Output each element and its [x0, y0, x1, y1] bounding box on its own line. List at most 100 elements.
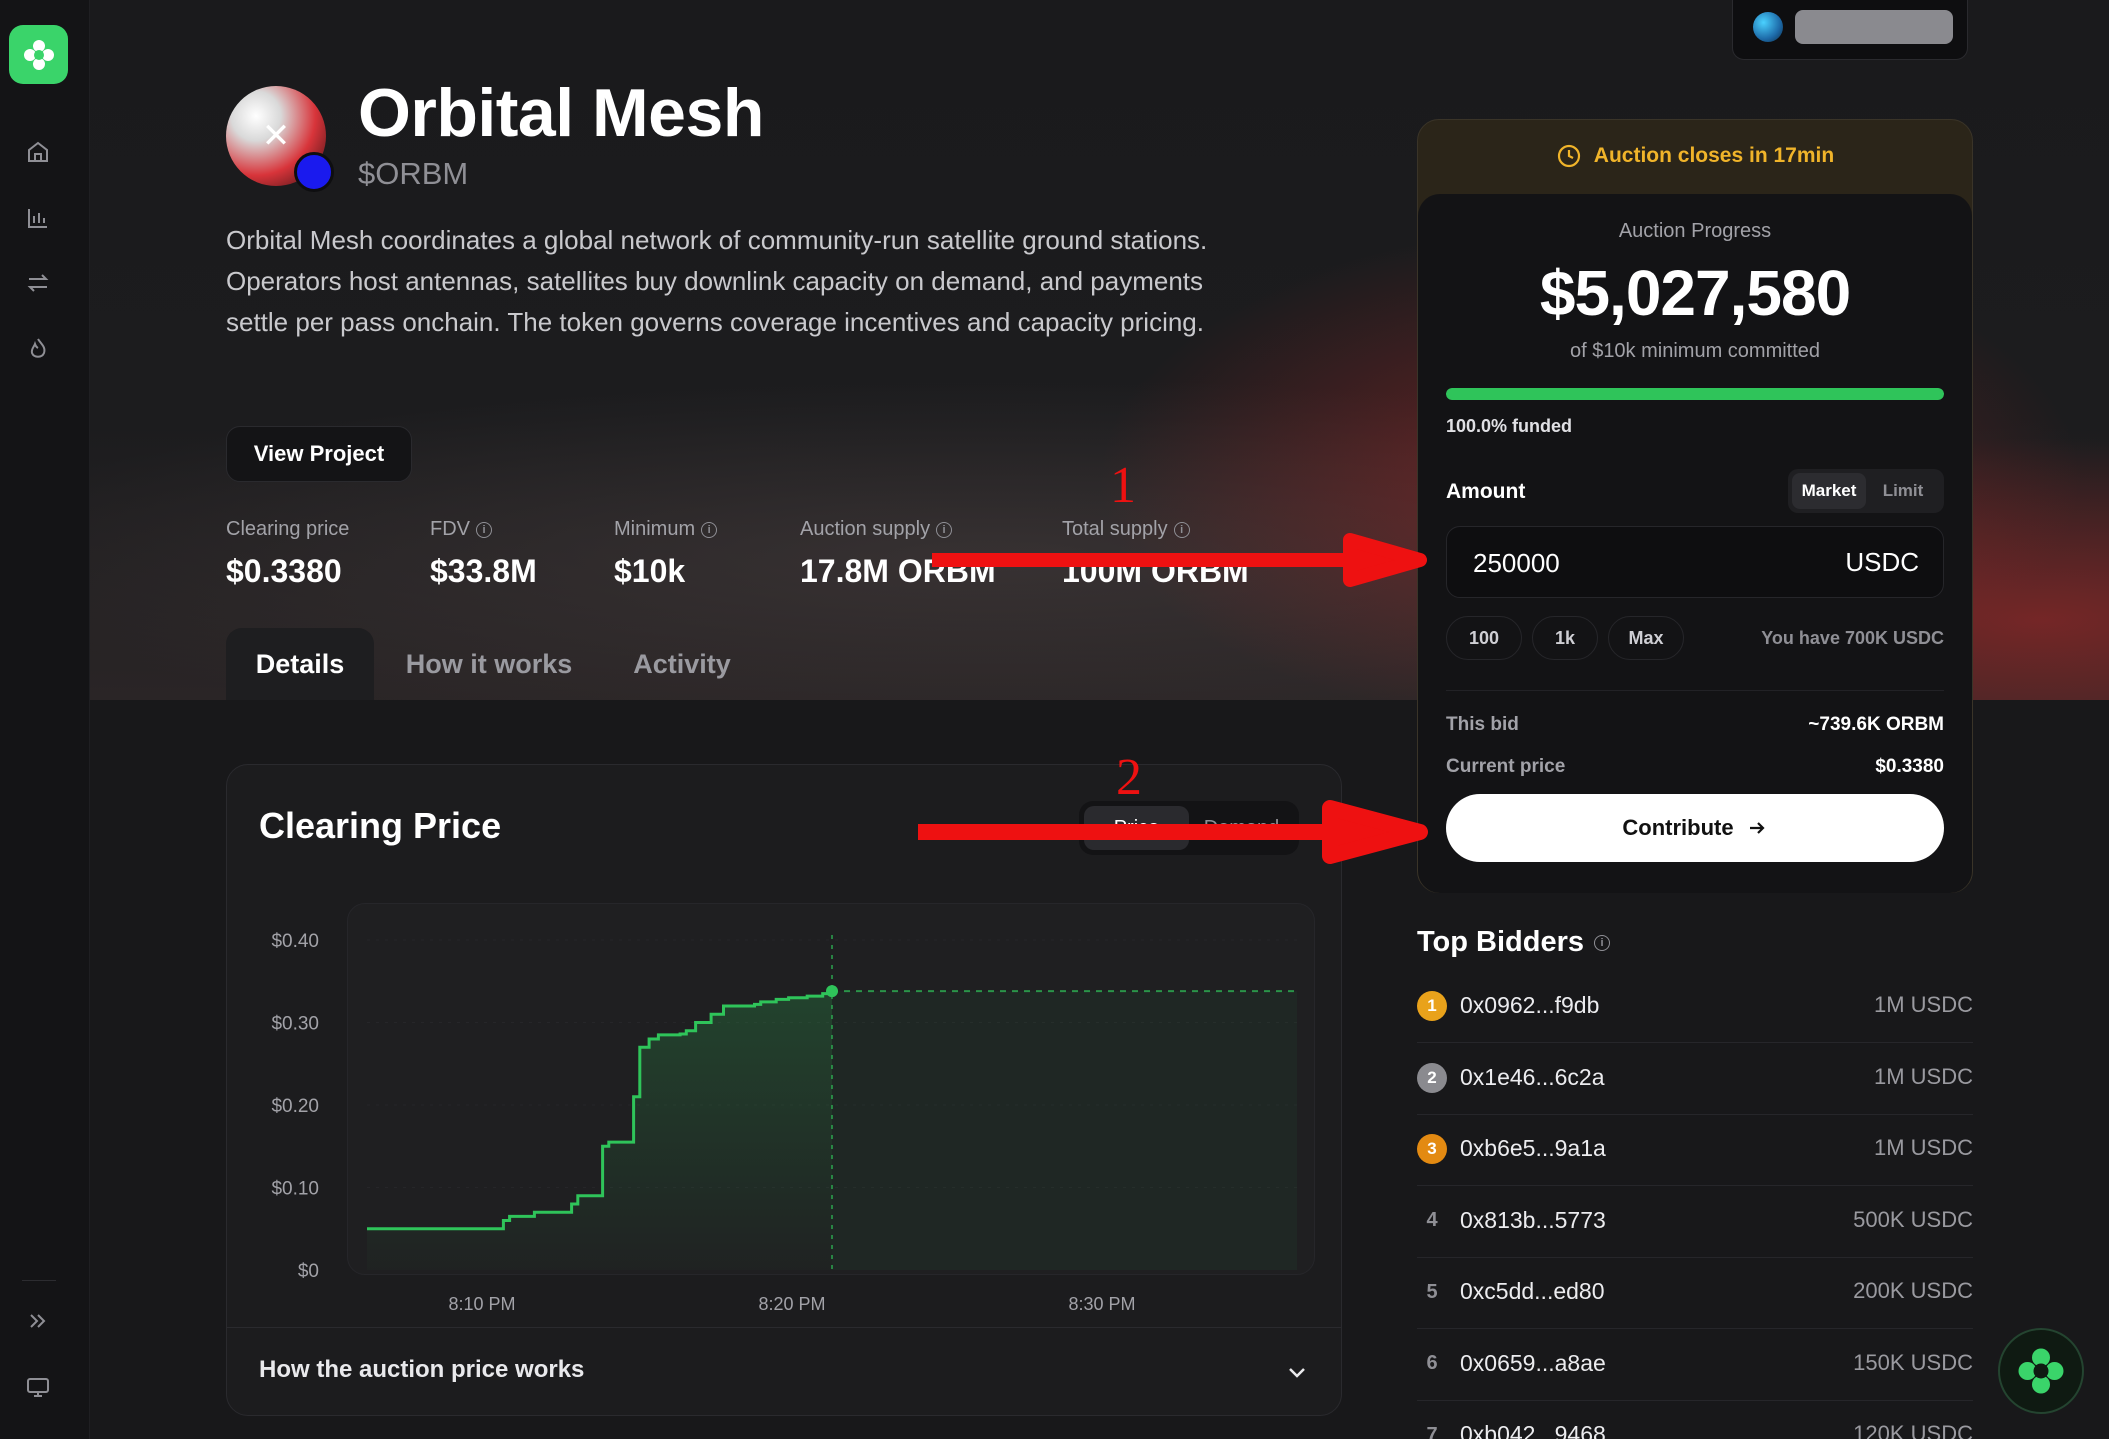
quick-amount-100[interactable]: 100: [1446, 616, 1522, 660]
flame-icon[interactable]: [22, 333, 54, 365]
y-tick-label: $0.30: [271, 1014, 319, 1035]
stat-fdv: FDV i $33.8M: [430, 518, 537, 590]
stat-label: Clearing price: [226, 518, 350, 540]
stat-label: Minimum: [614, 518, 696, 540]
bidder-row[interactable]: 3 0xb6e5...9a1a 1M USDC: [1417, 1115, 1973, 1186]
divider: [1446, 690, 1944, 691]
accordion-label: How the auction price works: [259, 1356, 585, 1383]
y-tick-label: $0.10: [271, 1179, 319, 1200]
monitor-icon[interactable]: [22, 1371, 54, 1403]
contribute-button[interactable]: Contribute: [1446, 794, 1944, 862]
current-price-row: Current price $0.3380: [1446, 756, 1944, 778]
bidder-row[interactable]: 1 0x0962...f9db 1M USDC: [1417, 972, 1973, 1043]
bidder-row[interactable]: 5 0xc5dd...ed80 200K USDC: [1417, 1258, 1973, 1329]
info-icon[interactable]: i: [1173, 521, 1190, 538]
funding-progress-bar: [1446, 388, 1944, 400]
info-icon[interactable]: i: [936, 521, 953, 538]
auction-close-banner: Auction closes in 17min: [1418, 120, 1972, 192]
annotation-marker-1: 1: [1110, 457, 1136, 514]
bidder-rank-badge: 4: [1426, 1209, 1438, 1231]
tab-details[interactable]: Details: [226, 628, 374, 700]
amount-field[interactable]: USDC: [1446, 526, 1944, 598]
x-tick-label: 8:30 PM: [1068, 1294, 1135, 1314]
account-button[interactable]: [1732, 0, 1968, 60]
bidder-address: 0x813b...5773: [1460, 1206, 1606, 1233]
tab-how-it-works[interactable]: How it works: [404, 628, 574, 700]
y-tick-label: $0.40: [271, 931, 319, 952]
info-icon[interactable]: i: [701, 521, 718, 538]
stat-total-supply: Total supply i 100M ORBM: [1062, 518, 1249, 590]
auction-price-accordion[interactable]: How the auction price works: [227, 1327, 1341, 1415]
order-type-market[interactable]: Market: [1792, 473, 1866, 509]
stat-minimum: Minimum i $10k: [614, 518, 718, 590]
bidder-amount: 200K USDC: [1853, 1278, 1973, 1303]
y-tick-label: $0.20: [271, 1096, 319, 1117]
this-bid-label: This bid: [1446, 714, 1519, 735]
order-type-limit[interactable]: Limit: [1866, 473, 1940, 509]
app-logo[interactable]: [9, 25, 68, 84]
clearing-price-card: Clearing Price Price Demand $0.40 $0.30 $0…: [226, 764, 1342, 1416]
top-bidders-label: Top Bidders: [1417, 926, 1585, 958]
bidder-address: 0x1e46...6c2a: [1460, 1063, 1605, 1090]
bidder-row[interactable]: 6 0x0659...a8ae 150K USDC: [1417, 1330, 1973, 1401]
this-bid-row: This bid ~739.6K ORBM: [1446, 714, 1944, 736]
bidder-address: 0x0962...f9db: [1460, 992, 1600, 1018]
expand-icon[interactable]: [22, 1305, 54, 1337]
info-icon[interactable]: i: [1594, 934, 1611, 951]
quick-amount-max[interactable]: Max: [1608, 616, 1684, 660]
projection-area: [832, 991, 1297, 1270]
clearing-price-chart: $0.40 $0.30 $0.20 $0.10 $0 8:10 PM 8:20 PM 8:30…: [271, 931, 1297, 1314]
info-icon[interactable]: i: [476, 521, 492, 538]
amount-input[interactable]: [1473, 545, 1773, 581]
clock-icon: [1557, 144, 1580, 168]
rail-divider: [22, 1280, 56, 1281]
bidder-amount: 1M USDC: [1873, 992, 1973, 1017]
stat-label: Total supply: [1062, 518, 1168, 540]
clover-logo-icon: [23, 39, 54, 70]
bidder-rank-badge: 1: [1417, 991, 1447, 1021]
current-price-label: Current price: [1446, 756, 1566, 777]
x-tick-label: 8:20 PM: [758, 1294, 825, 1314]
bidder-rank-badge: 2: [1417, 1062, 1447, 1093]
amount-currency: USDC: [1845, 547, 1919, 577]
help-fab-button[interactable]: [1998, 1328, 2084, 1414]
funding-progress-fill: [1446, 388, 1944, 400]
wallet-address-redacted: [1795, 10, 1953, 44]
swap-icon[interactable]: [22, 267, 54, 299]
home-icon[interactable]: [22, 136, 54, 168]
contribute-label: Contribute: [1622, 815, 1734, 840]
project-ticker: $ORBM: [358, 156, 469, 191]
project-description: Orbital Mesh coordinates a global networ…: [226, 225, 1208, 337]
bidder-address: 0x0659...a8ae: [1460, 1349, 1606, 1376]
auction-close-text: Auction closes in 17min: [1593, 144, 1835, 167]
bidder-address: 0xb6e5...9a1a: [1460, 1135, 1606, 1161]
auction-minimum-note: of $10k minimum committed: [1569, 340, 1821, 362]
chevron-down-icon: [1289, 1368, 1305, 1378]
view-project-button[interactable]: View Project: [226, 426, 412, 482]
bidder-amount: 150K USDC: [1853, 1349, 1973, 1375]
bidder-row[interactable]: 4 0x813b...5773 500K USDC: [1417, 1187, 1973, 1258]
y-tick-label: $0: [298, 1261, 319, 1282]
token-logo: ✕: [226, 86, 334, 192]
bidder-row[interactable]: 2 0x1e46...6c2a 1M USDC: [1417, 1044, 1973, 1115]
quick-amount-1k[interactable]: 1k: [1532, 616, 1598, 660]
stat-label: Auction supply: [800, 518, 931, 540]
stat-value: $0.3380: [226, 553, 342, 589]
chart-icon[interactable]: [22, 202, 54, 234]
current-price-value: $0.3380: [1875, 756, 1944, 777]
bidder-amount: 1M USDC: [1873, 1063, 1973, 1089]
stat-value: $33.8M: [430, 553, 537, 589]
stat-label: FDV: [430, 518, 470, 540]
chain-badge-icon: [294, 152, 334, 192]
bidder-rank-badge: 5: [1426, 1280, 1438, 1303]
clover-logo-icon: [2018, 1348, 2064, 1394]
stat-clearing-price: Clearing price $0.3380: [226, 518, 349, 590]
bidder-row[interactable]: 7 0xb042...9468 120K USDC: [1417, 1401, 1973, 1439]
stat-value: 100M ORBM: [1062, 553, 1249, 589]
bidder-address: 0xc5dd...ed80: [1460, 1278, 1605, 1304]
tab-activity[interactable]: Activity: [620, 628, 744, 700]
annotation-marker-2: 2: [1116, 749, 1142, 806]
project-title: Orbital Mesh: [358, 75, 764, 151]
arrow-right-icon: [1749, 822, 1765, 834]
current-price-point: [826, 985, 838, 998]
